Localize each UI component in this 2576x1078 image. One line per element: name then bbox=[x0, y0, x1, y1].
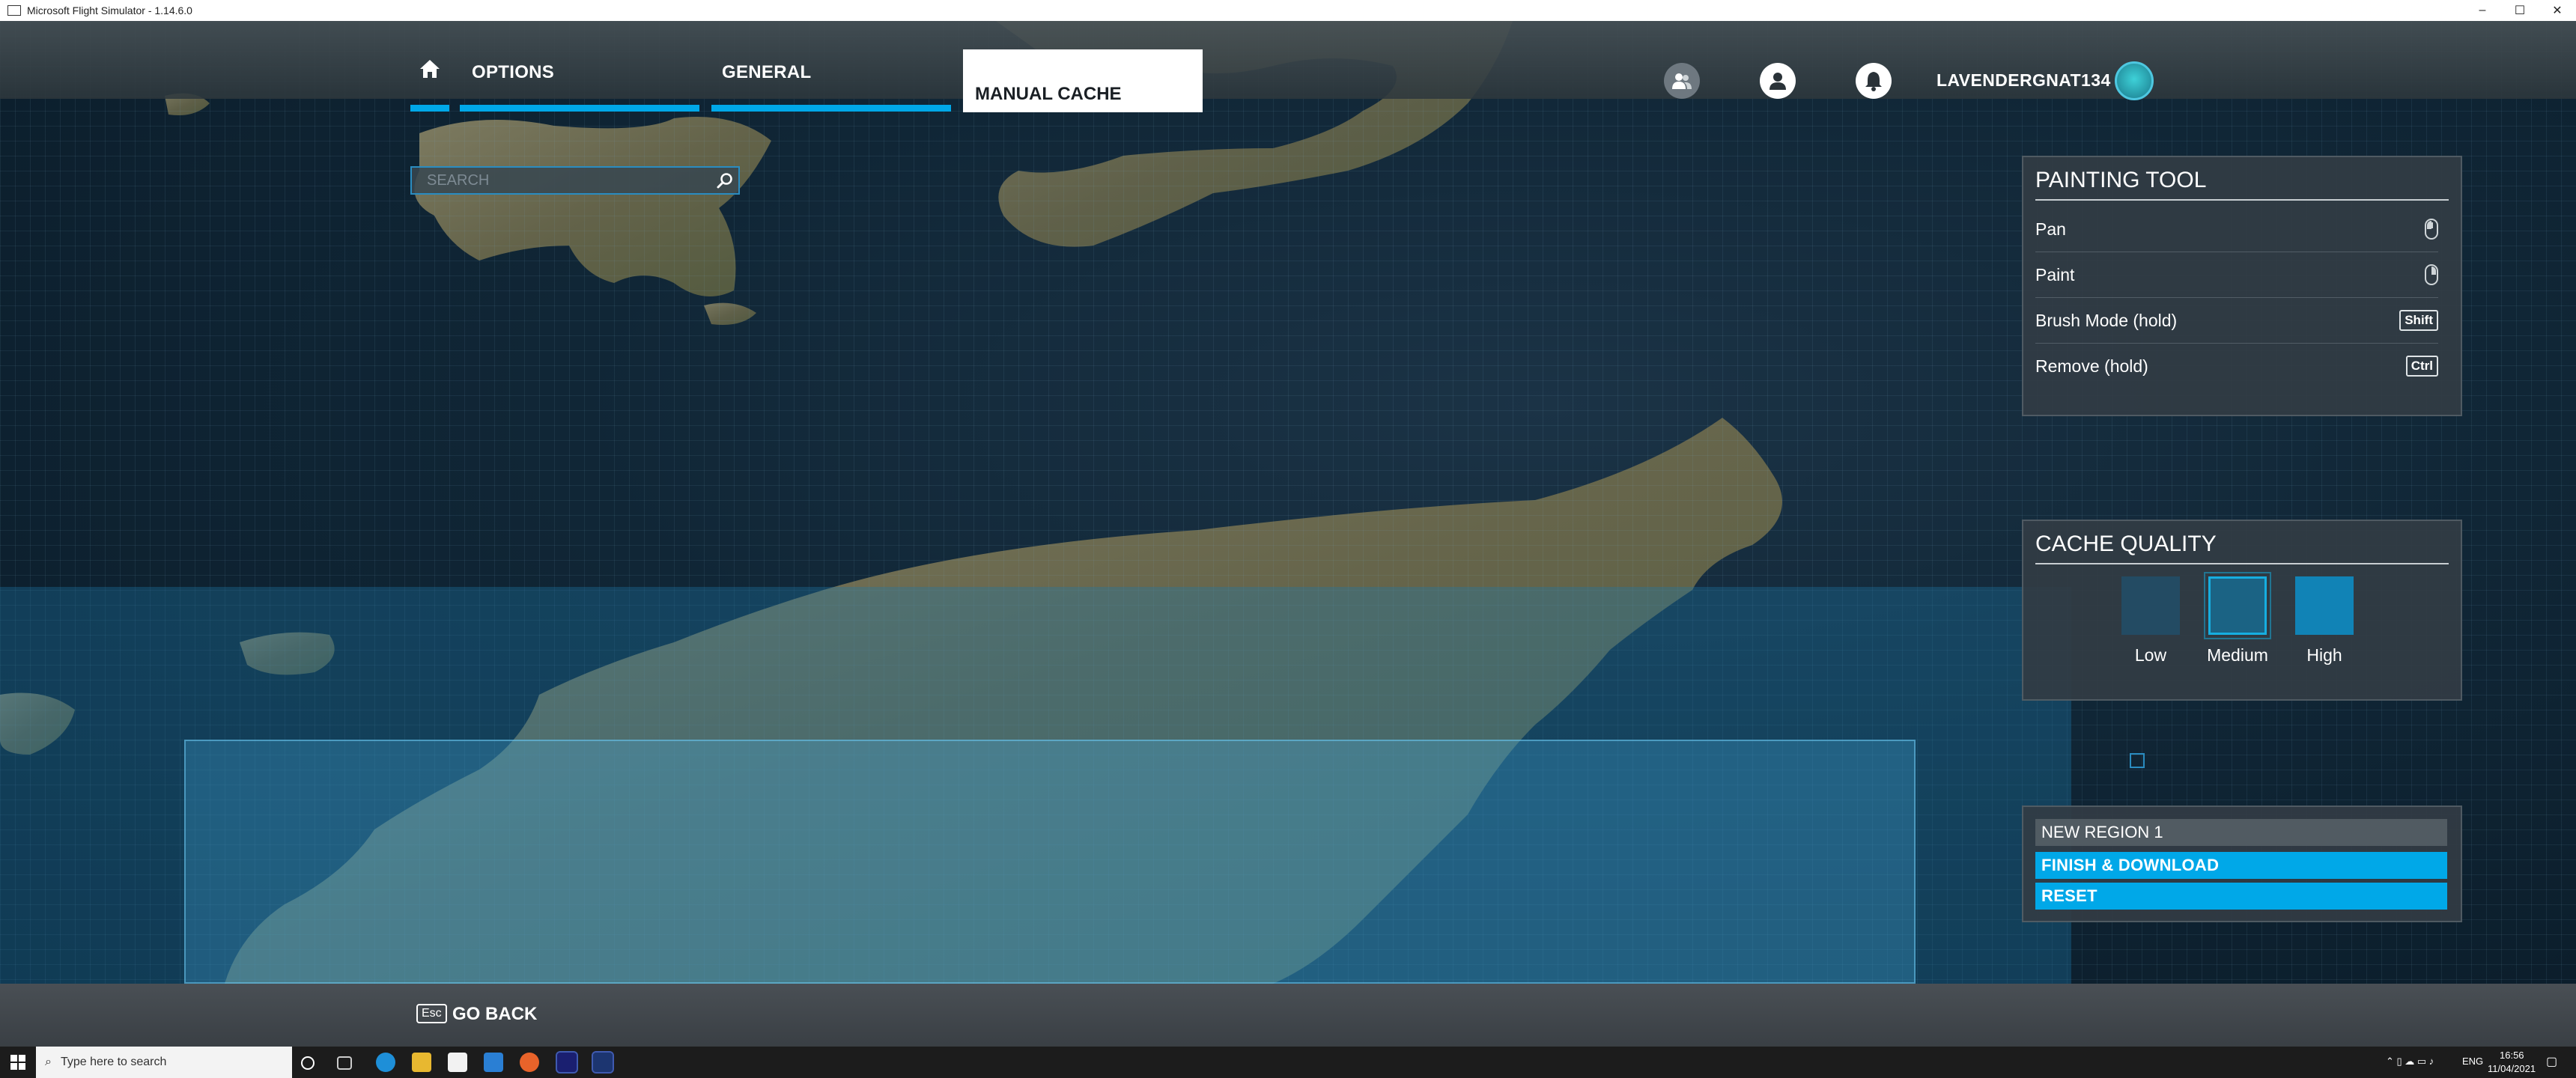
maximize-button[interactable]: ☐ bbox=[2501, 0, 2539, 21]
quality-label-low: Low bbox=[2134, 645, 2167, 665]
tool-row-pan: Pan bbox=[2035, 207, 2438, 252]
windows-logo-icon bbox=[10, 1055, 17, 1062]
quality-option-medium[interactable]: Medium bbox=[2200, 572, 2275, 666]
tab-options[interactable]: OPTIONS bbox=[472, 62, 554, 83]
selection-region[interactable] bbox=[184, 740, 1916, 984]
quality-option-high[interactable]: High bbox=[2287, 576, 2362, 666]
store-icon[interactable] bbox=[448, 1053, 467, 1072]
esc-key-badge: Esc bbox=[416, 1004, 447, 1023]
quality-swatch-medium bbox=[2204, 572, 2271, 639]
tray-icons[interactable]: ⌃ ▯ ☁ ▭ ♪ bbox=[2386, 1056, 2434, 1068]
clock-time[interactable]: 16:56 bbox=[2500, 1050, 2524, 1061]
quality-swatch-high bbox=[2295, 576, 2354, 635]
tool-row-remove: Remove (hold) Ctrl bbox=[2035, 344, 2438, 389]
notifications-button[interactable] bbox=[1856, 63, 1892, 99]
friends-button[interactable] bbox=[1664, 63, 1700, 99]
home-underline bbox=[410, 105, 449, 112]
reset-button[interactable]: RESET bbox=[2035, 883, 2447, 910]
shift-key-badge: Shift bbox=[2399, 310, 2438, 331]
mail-icon[interactable] bbox=[484, 1053, 503, 1072]
tab-general-underline bbox=[711, 105, 951, 112]
app-taskbar-icon[interactable] bbox=[592, 1051, 614, 1074]
notification-center-icon[interactable]: ▢ bbox=[2546, 1054, 2557, 1069]
painting-tool-title: PAINTING TOOL bbox=[2035, 168, 2207, 192]
taskbar-search-icon: ⌕ bbox=[45, 1056, 52, 1068]
divider bbox=[2035, 199, 2449, 201]
quality-label-high: High bbox=[2306, 645, 2342, 665]
window-title: Microsoft Flight Simulator - 1.14.6.0 bbox=[27, 4, 192, 16]
friends-icon bbox=[1672, 73, 1692, 89]
language-indicator[interactable]: ENG bbox=[2462, 1056, 2483, 1067]
divider bbox=[2035, 563, 2449, 564]
tool-label-remove: Remove (hold) bbox=[2035, 356, 2148, 376]
window-controls: – ☐ ✕ bbox=[2464, 0, 2576, 21]
profile-button[interactable] bbox=[1760, 63, 1796, 99]
avatar[interactable] bbox=[2115, 61, 2154, 100]
windows-logo-icon bbox=[19, 1055, 25, 1062]
cache-quality-panel: CACHE QUALITY Low Medium High bbox=[2022, 520, 2462, 701]
start-button[interactable] bbox=[10, 1055, 25, 1070]
cache-quality-title: CACHE QUALITY bbox=[2035, 532, 2217, 556]
tab-general[interactable]: GENERAL bbox=[722, 62, 811, 83]
firefox-icon[interactable] bbox=[520, 1053, 539, 1072]
tool-row-brush-mode: Brush Mode (hold) Shift bbox=[2035, 298, 2438, 344]
windows-taskbar: ⌕ ⌃ ▯ ☁ ▭ ♪ ENG 16:56 11/04/2021 ▢ bbox=[0, 1047, 2576, 1078]
home-icon bbox=[420, 60, 440, 78]
search-box bbox=[410, 166, 740, 195]
file-explorer-icon[interactable] bbox=[412, 1053, 431, 1072]
search-input[interactable] bbox=[412, 171, 711, 190]
region-name-field[interactable]: NEW REGION 1 bbox=[2035, 819, 2447, 846]
tab-options-underline bbox=[460, 105, 699, 112]
finish-download-button[interactable]: FINISH & DOWNLOAD bbox=[2035, 852, 2447, 879]
user-icon bbox=[1770, 73, 1786, 90]
painting-tool-panel: PAINTING TOOL Pan Paint Brush Mode (hold… bbox=[2022, 156, 2462, 416]
tool-label-brush-mode: Brush Mode (hold) bbox=[2035, 310, 2178, 330]
bell-icon bbox=[1865, 72, 1882, 91]
app-icon bbox=[7, 5, 21, 16]
edge-icon[interactable] bbox=[376, 1053, 395, 1072]
tab-manual-cache[interactable]: MANUAL CACHE bbox=[963, 49, 1203, 112]
quality-option-low[interactable]: Low bbox=[2113, 576, 2188, 666]
tool-row-paint: Paint bbox=[2035, 252, 2438, 298]
bottom-bar: Esc GO BACK bbox=[0, 984, 2576, 1047]
home-button[interactable] bbox=[410, 58, 449, 93]
task-view-icon[interactable] bbox=[337, 1056, 352, 1070]
taskbar-search-input[interactable] bbox=[58, 1055, 217, 1070]
taskbar-search: ⌕ bbox=[36, 1047, 292, 1078]
cortana-icon[interactable] bbox=[301, 1056, 315, 1070]
mouse-right-icon bbox=[2425, 264, 2438, 285]
windows-logo-icon bbox=[19, 1063, 25, 1070]
region-checkbox[interactable] bbox=[2130, 753, 2145, 768]
clock-date[interactable]: 11/04/2021 bbox=[2488, 1063, 2536, 1074]
top-navigation: OPTIONS GENERAL MANUAL CACHE LAVENDERGNA… bbox=[0, 21, 2576, 112]
mouse-left-icon bbox=[2425, 219, 2438, 240]
flight-simulator-taskbar-icon[interactable] bbox=[556, 1051, 578, 1074]
region-panel: NEW REGION 1 FINISH & DOWNLOAD RESET bbox=[2022, 806, 2462, 922]
tab-manual-cache-label: MANUAL CACHE bbox=[975, 84, 1122, 104]
go-back-button[interactable]: GO BACK bbox=[452, 1004, 537, 1025]
username[interactable]: LAVENDERGNAT134 bbox=[1936, 70, 2111, 91]
quality-label-medium: Medium bbox=[2207, 645, 2268, 665]
minimize-button[interactable]: – bbox=[2464, 0, 2501, 21]
search-icon bbox=[717, 173, 732, 189]
tool-label-pan: Pan bbox=[2035, 219, 2066, 239]
close-button[interactable]: ✕ bbox=[2539, 0, 2576, 21]
tool-label-paint: Paint bbox=[2035, 264, 2075, 284]
search-button[interactable] bbox=[711, 168, 738, 193]
windows-logo-icon bbox=[10, 1063, 17, 1070]
window-title-bar: Microsoft Flight Simulator - 1.14.6.0 – … bbox=[0, 0, 2576, 21]
ctrl-key-badge: Ctrl bbox=[2405, 356, 2438, 377]
quality-swatch-low bbox=[2121, 576, 2180, 635]
